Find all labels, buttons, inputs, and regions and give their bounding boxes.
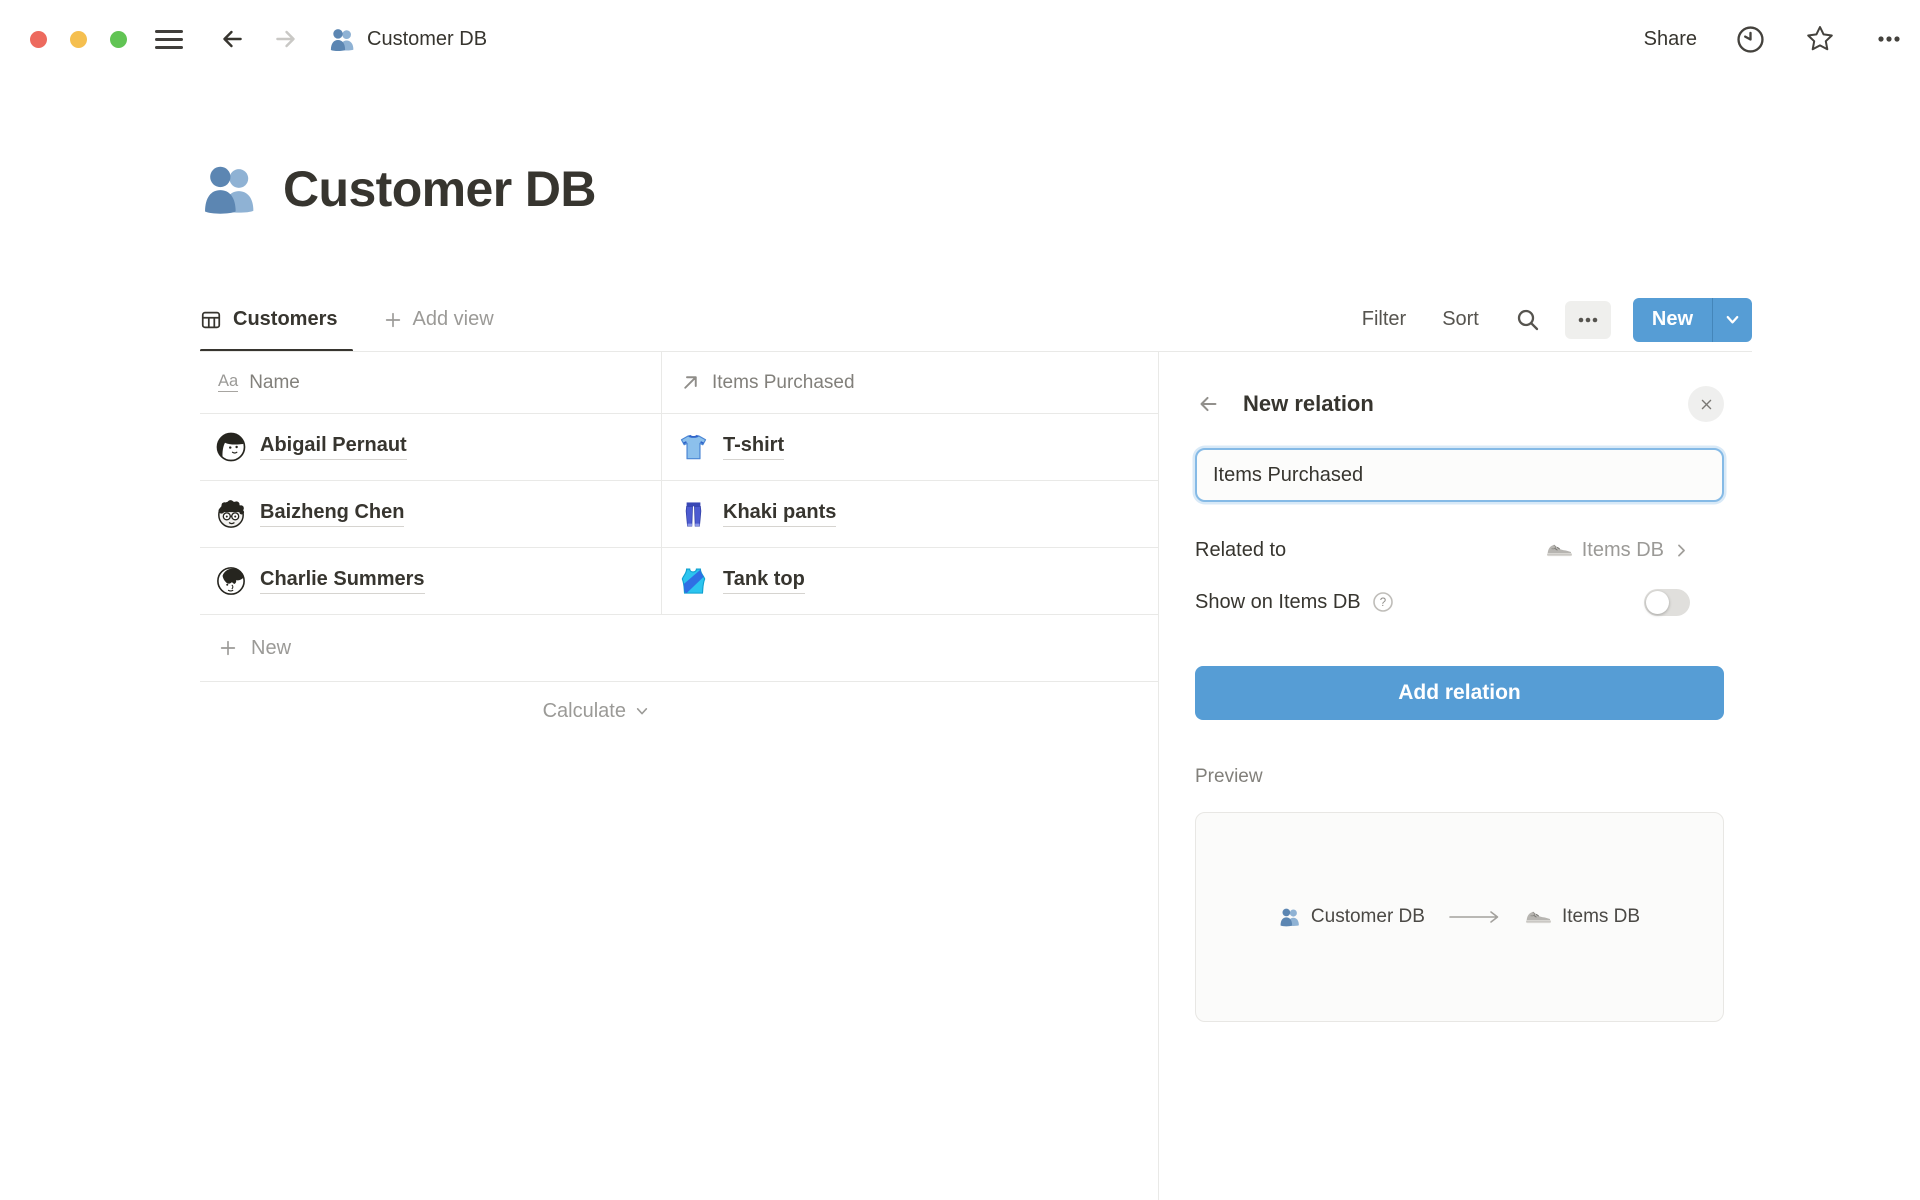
breadcrumb-title: Customer DB: [367, 28, 487, 51]
page-title[interactable]: Customer DB: [283, 160, 596, 218]
chevron-down-icon: [1724, 311, 1741, 328]
avatar-charlie: [216, 566, 246, 596]
tshirt-icon: [678, 432, 709, 463]
relation-arrow-icon: [680, 372, 701, 393]
tab-label: Customers: [233, 308, 337, 331]
cell-name[interactable]: Abigail Pernaut: [200, 414, 661, 480]
show-on-label: Show on Items DB: [1195, 591, 1361, 614]
chevron-down-icon: [635, 704, 649, 718]
relation-value: Khaki pants: [723, 501, 836, 527]
sneaker-icon: [1546, 542, 1573, 558]
ellipsis-icon: [1575, 307, 1601, 333]
cell-items-purchased[interactable]: Tank top: [661, 548, 1158, 614]
sort-button[interactable]: Sort: [1442, 308, 1479, 331]
related-to-select[interactable]: Items DB: [1546, 539, 1690, 562]
related-to-row: Related to Items DB: [1195, 532, 1724, 568]
toggle-knob: [1646, 591, 1669, 614]
window-topbar: Customer DB Share: [0, 0, 1920, 78]
preview-target-db: Items DB: [1562, 906, 1640, 928]
updates-clock-icon[interactable]: [1735, 24, 1766, 55]
record-title: Baizheng Chen: [260, 501, 404, 527]
share-button[interactable]: Share: [1644, 28, 1697, 51]
notion-window: Customer DB Share Customer DB Customers …: [0, 0, 1920, 1200]
panel-title: New relation: [1243, 391, 1374, 417]
title-property-icon: Aa: [218, 373, 238, 392]
cell-items-purchased[interactable]: T-shirt: [661, 414, 1158, 480]
avatar-baizheng: [216, 499, 246, 529]
sneaker-icon: [1525, 909, 1552, 925]
svg-text:?: ?: [1379, 597, 1385, 609]
more-options-icon[interactable]: [1874, 24, 1904, 54]
table-row: Abigail Pernaut T-shirt: [200, 414, 1158, 481]
new-record-dropdown[interactable]: [1712, 298, 1752, 342]
panel-back-arrow-icon[interactable]: [1195, 391, 1221, 417]
people-icon: [1279, 906, 1301, 928]
cell-items-purchased[interactable]: Khaki pants: [661, 481, 1158, 547]
cell-name[interactable]: Baizheng Chen: [200, 481, 661, 547]
tank-top-icon: [678, 566, 709, 597]
relation-direction-arrow-icon: [1449, 910, 1501, 924]
avatar-abigail: [216, 432, 246, 462]
favorite-star-icon[interactable]: [1804, 23, 1836, 55]
page-header: Customer DB: [201, 160, 596, 218]
search-icon[interactable]: [1515, 307, 1541, 333]
cell-name[interactable]: Charlie Summers: [200, 548, 661, 614]
customers-table: Aa Name Items Purchased Abigail Pernaut: [200, 352, 1158, 740]
relation-preview: Customer DB Items DB: [1195, 812, 1724, 1022]
record-title: Abigail Pernaut: [260, 434, 407, 460]
record-title: Charlie Summers: [260, 568, 425, 594]
filter-button[interactable]: Filter: [1362, 308, 1406, 331]
zoom-window-button[interactable]: [110, 31, 127, 48]
close-icon: [1699, 397, 1714, 412]
views-toolbar: Customers Add view Filter Sort New: [200, 287, 1752, 352]
table-view-icon: [200, 309, 222, 331]
calculate-button[interactable]: Calculate: [200, 682, 661, 740]
jeans-icon: [678, 499, 709, 530]
relation-name-input[interactable]: [1195, 448, 1724, 502]
new-record-button[interactable]: New: [1633, 298, 1712, 342]
plus-icon: [383, 310, 403, 330]
back-arrow-icon[interactable]: [217, 24, 247, 54]
related-to-label: Related to: [1195, 539, 1286, 562]
table-header-row: Aa Name Items Purchased: [200, 352, 1158, 414]
chevron-right-icon: [1673, 542, 1690, 559]
view-options-button[interactable]: [1565, 301, 1611, 339]
show-on-row: Show on Items DB ?: [1195, 584, 1724, 620]
preview-label: Preview: [1195, 766, 1724, 788]
breadcrumb[interactable]: Customer DB: [329, 26, 487, 53]
close-panel-button[interactable]: [1688, 386, 1724, 422]
new-record-button-group: New: [1633, 298, 1752, 342]
close-window-button[interactable]: [30, 31, 47, 48]
add-view-button[interactable]: Add view: [383, 308, 493, 331]
column-header-name[interactable]: Aa Name: [200, 352, 661, 413]
new-relation-panel: New relation Related to Items DB Show on…: [1158, 352, 1752, 1200]
minimize-window-button[interactable]: [70, 31, 87, 48]
column-header-items-purchased[interactable]: Items Purchased: [661, 352, 1158, 413]
traffic-lights: [30, 31, 127, 48]
show-on-toggle[interactable]: [1644, 589, 1690, 616]
relation-value: Tank top: [723, 568, 805, 594]
people-icon: [329, 26, 356, 53]
table-row: Charlie Summers Tank top: [200, 548, 1158, 615]
add-relation-button[interactable]: Add relation: [1195, 666, 1724, 720]
forward-arrow-icon[interactable]: [271, 24, 301, 54]
help-icon[interactable]: ?: [1372, 591, 1394, 613]
people-icon: [201, 160, 259, 218]
table-row: Baizheng Chen Khaki pants: [200, 481, 1158, 548]
preview-source-db: Customer DB: [1311, 906, 1425, 928]
new-row-button[interactable]: New: [200, 615, 1158, 682]
sidebar-menu-icon[interactable]: [155, 30, 183, 49]
tab-customers[interactable]: Customers: [200, 287, 353, 352]
relation-value: T-shirt: [723, 434, 784, 460]
plus-icon: [218, 638, 238, 658]
